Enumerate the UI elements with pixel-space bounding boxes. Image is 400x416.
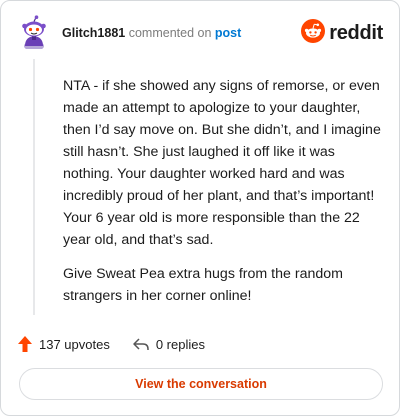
comment-byline: Glitch1881 commented on post [62,26,241,40]
reddit-comment-card: Glitch1881 commented on post reddit NTA … [0,0,400,416]
reddit-brand[interactable]: reddit [301,18,383,48]
replies-count: 0 replies [155,336,205,352]
thread-line [33,59,35,315]
comment-paragraph: Give Sweat Pea extra hugs from the rando… [63,266,343,304]
author-username[interactable]: Glitch1881 [62,26,125,40]
upvotes-stat[interactable]: 137 upvotes [17,335,110,353]
reddit-wordmark: reddit [329,21,383,44]
upvotes-count: 137 upvotes [39,336,110,352]
post-link[interactable]: post [215,26,241,40]
comment-header: Glitch1881 commented on post reddit [17,15,383,51]
replies-stat[interactable]: 0 replies [132,336,205,352]
view-conversation-button[interactable]: View the conversation [19,368,383,400]
commented-on-text: commented on [128,26,212,40]
comment-body: NTA - if she showed any signs of remorse… [63,75,385,319]
reddit-logo-icon [301,18,326,48]
reply-arrow-icon [133,338,149,350]
comment-stats: 137 upvotes 0 replies [17,333,227,355]
upvote-arrow-icon [18,336,32,352]
comment-paragraph: NTA - if she showed any signs of remorse… [63,78,381,248]
snoo-avatar-icon[interactable] [17,15,51,51]
